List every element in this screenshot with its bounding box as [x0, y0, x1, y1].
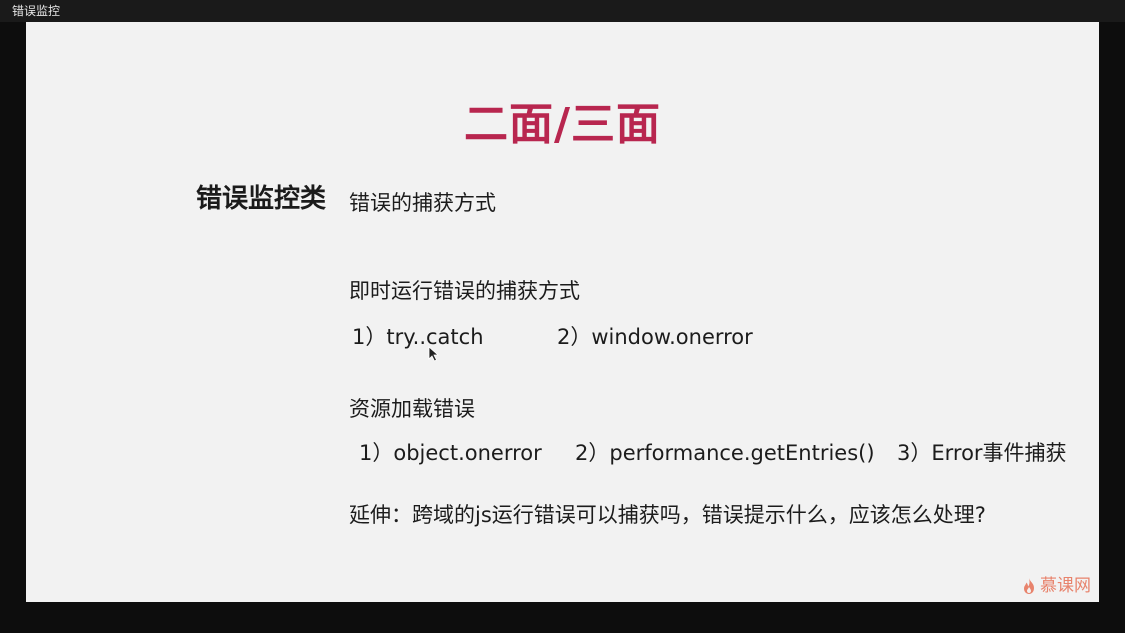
brand-text: 慕课网	[1040, 576, 1091, 596]
resource-item-error-event: 3）Error事件捕获	[897, 441, 1067, 465]
runtime-item-try-catch: 1）try..catch	[352, 325, 484, 349]
topic-category: 错误监控类	[196, 184, 327, 214]
mouse-pointer-icon	[428, 346, 440, 362]
brand-watermark: 慕课网	[1021, 576, 1091, 596]
presentation-slide: 二面/三面 错误监控类 错误的捕获方式 即时运行错误的捕获方式 1）try..c…	[26, 22, 1099, 602]
window-title-bar: 错误监控	[0, 0, 1125, 22]
runtime-error-heading: 即时运行错误的捕获方式	[349, 279, 580, 303]
extension-question: 延伸：跨域的js运行错误可以捕获吗，错误提示什么，应该怎么处理?	[349, 503, 986, 527]
resource-item-object-onerror: 1）object.onerror	[359, 441, 542, 465]
resource-item-performance-getentries: 2）performance.getEntries()	[575, 441, 875, 465]
section-heading: 错误的捕获方式	[349, 191, 496, 215]
runtime-item-window-onerror: 2）window.onerror	[557, 325, 753, 349]
flame-logo-icon	[1024, 578, 1034, 594]
window-title: 错误监控	[12, 4, 61, 18]
slide-title: 二面/三面	[463, 99, 662, 150]
resource-error-heading: 资源加载错误	[349, 397, 475, 421]
video-stage: 二面/三面 错误监控类 错误的捕获方式 即时运行错误的捕获方式 1）try..c…	[0, 22, 1125, 633]
